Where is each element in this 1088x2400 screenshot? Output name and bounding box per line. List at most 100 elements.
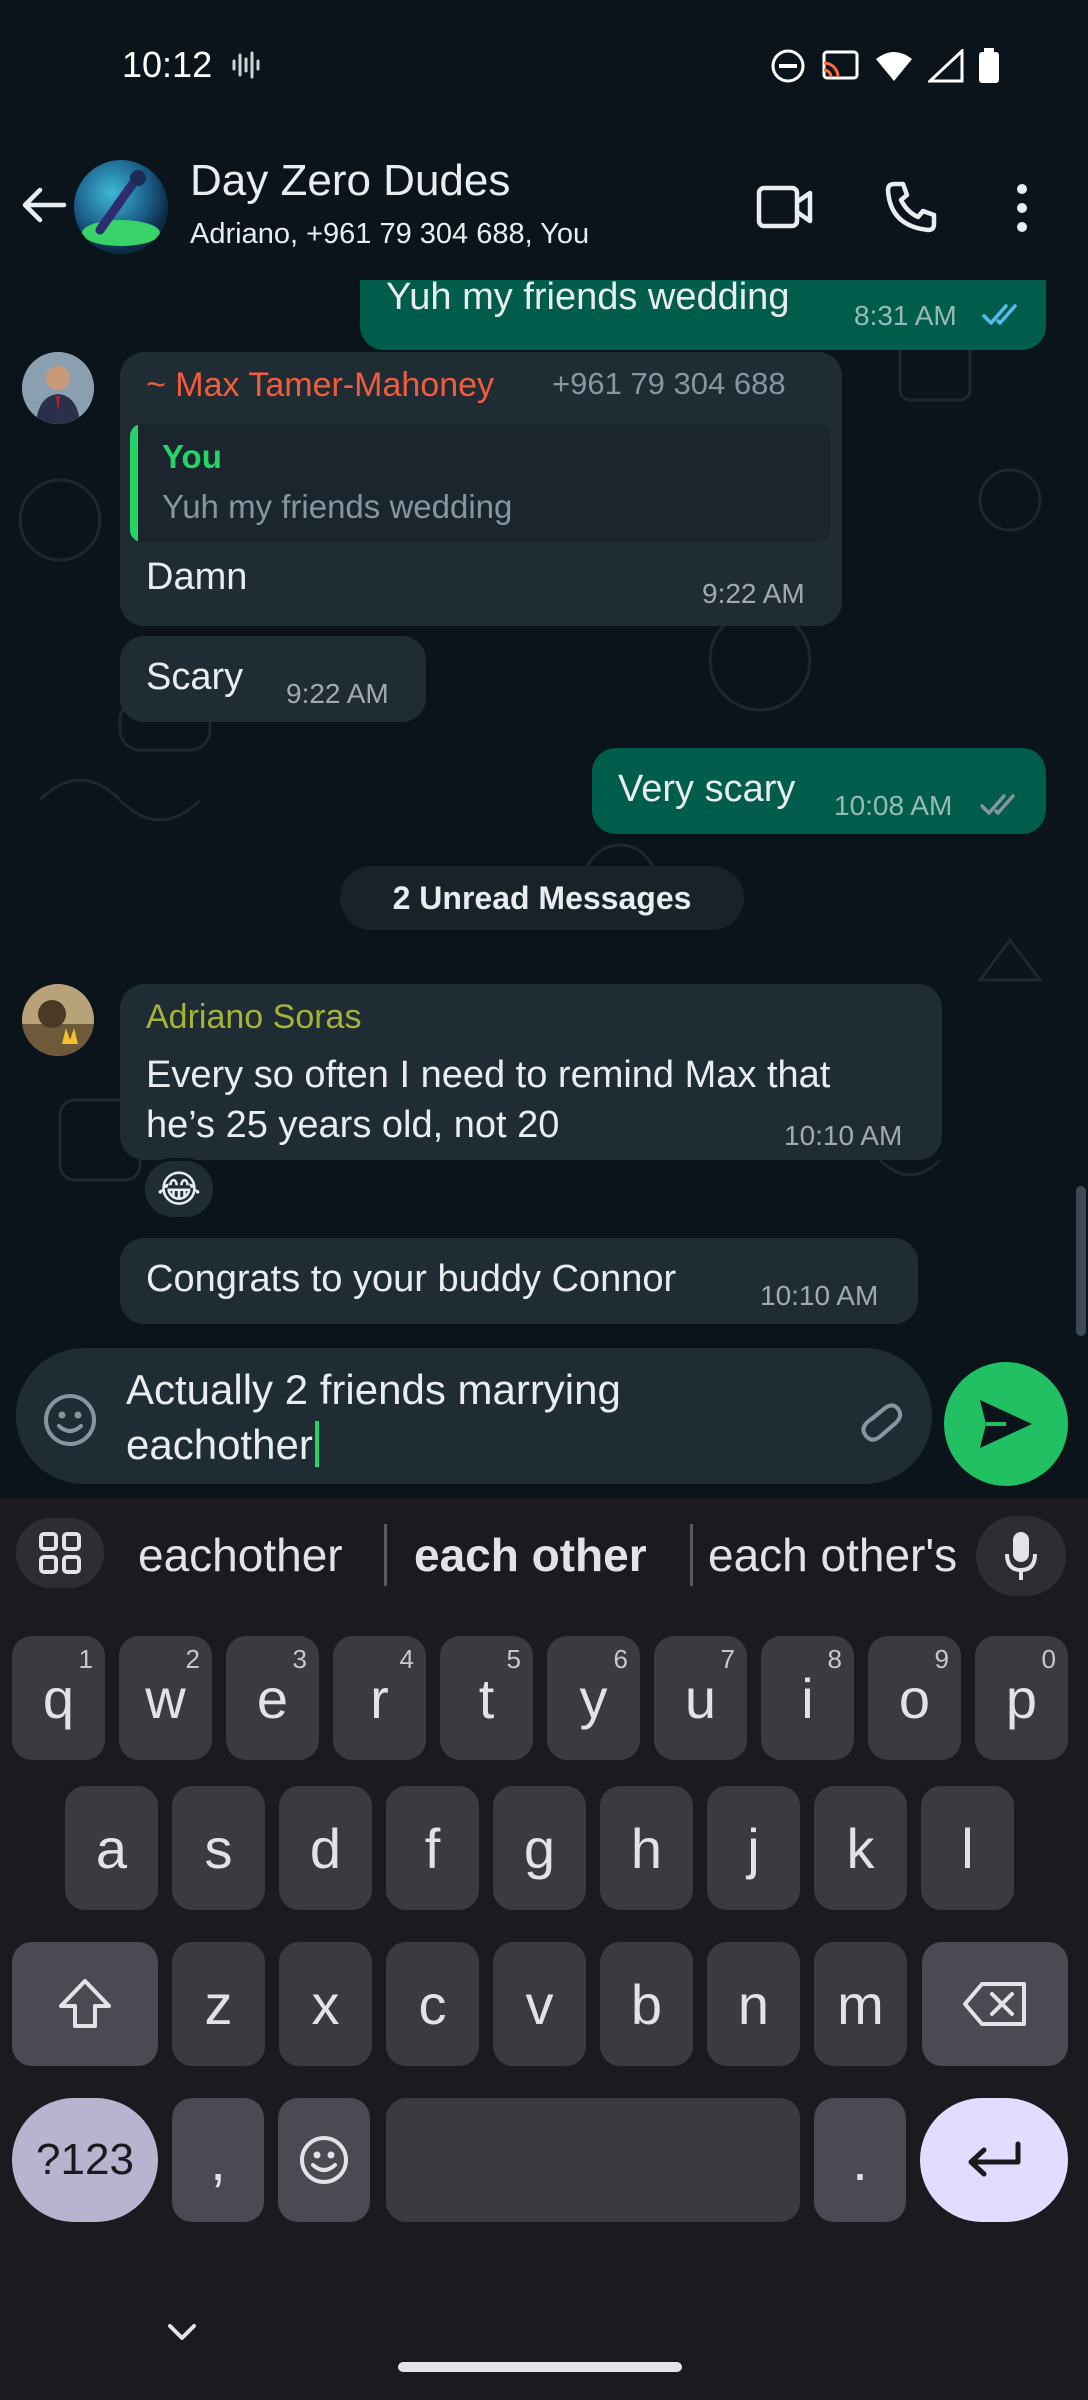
key-hint: 0 — [1041, 1644, 1056, 1674]
key-a[interactable]: a — [65, 1786, 158, 1910]
suggestion-bar: eachother each other each other's — [0, 1498, 1088, 1608]
keyboard: eachother each other each other's q1w2e3… — [0, 1498, 1088, 2400]
key-f[interactable]: f — [386, 1786, 479, 1910]
key-r[interactable]: r4 — [333, 1636, 426, 1760]
key-n[interactable]: n — [707, 1942, 800, 2066]
shift-key[interactable] — [12, 1942, 158, 2066]
vibrate-icon — [232, 51, 260, 79]
key-k[interactable]: k — [814, 1786, 907, 1910]
read-receipt-icon — [982, 304, 1017, 325]
enter-key[interactable] — [920, 2098, 1068, 2222]
key-q[interactable]: q1 — [12, 1636, 105, 1760]
group-name[interactable]: Day Zero Dudes — [190, 156, 510, 206]
suggestion-1[interactable]: eachother — [138, 1528, 343, 1582]
key-j[interactable]: j — [707, 1786, 800, 1910]
signal-icon — [928, 49, 964, 83]
key-y[interactable]: y6 — [547, 1636, 640, 1760]
message-reaction[interactable]: 😂 — [142, 1158, 216, 1220]
hide-keyboard-icon[interactable] — [162, 2318, 202, 2348]
message-bubble-incoming[interactable]: Congrats to your buddy Connor 10:10 AM — [120, 1238, 918, 1324]
chat-scrollbar[interactable] — [1076, 1186, 1086, 1336]
key-w[interactable]: w2 — [119, 1636, 212, 1760]
home-indicator[interactable] — [398, 2362, 682, 2372]
backspace-icon — [963, 1982, 1026, 2026]
status-time: 10:12 — [122, 44, 213, 85]
key-label: y — [579, 1666, 608, 1730]
key-m[interactable]: m — [814, 1942, 907, 2066]
key-label: t — [478, 1666, 495, 1730]
cast-icon — [822, 50, 859, 80]
message-bubble-incoming[interactable]: ~ Max Tamer-Mahoney +961 79 304 688 You … — [120, 352, 842, 626]
backspace-key[interactable] — [922, 1942, 1068, 2066]
sender-name: ~ Max Tamer-Mahoney — [146, 366, 495, 404]
attach-icon[interactable] — [854, 1392, 904, 1448]
key-t[interactable]: t5 — [440, 1636, 533, 1760]
video-call-icon[interactable] — [756, 182, 814, 232]
quoted-message[interactable]: You Yuh my friends wedding — [130, 424, 830, 542]
message-text-line2: he’s 25 years old, not 20 — [146, 1104, 560, 1146]
message-time: 8:31 AM — [854, 300, 957, 331]
voice-input-button[interactable] — [976, 1516, 1066, 1596]
emoji-icon[interactable] — [42, 1392, 98, 1448]
message-time: 9:22 AM — [286, 678, 389, 709]
suggestion-divider — [690, 1524, 693, 1586]
chat-header: Day Zero Dudes Adriano, +961 79 304 688,… — [0, 140, 1088, 280]
message-bubble-outgoing[interactable]: Yuh my friends wedding 8:31 AM — [360, 280, 1046, 350]
key-hint: 8 — [827, 1644, 842, 1674]
message-time: 10:10 AM — [760, 1280, 879, 1311]
suggestion-divider — [384, 1524, 387, 1586]
key-h[interactable]: h — [600, 1786, 693, 1910]
space-key[interactable] — [386, 2098, 800, 2222]
message-input-text[interactable]: Actually 2 friends marrying eachother — [126, 1362, 826, 1472]
emoji-key[interactable] — [278, 2098, 370, 2222]
message-time: 10:08 AM — [834, 790, 953, 821]
apps-grid-icon — [39, 1532, 81, 1574]
send-button[interactable] — [944, 1362, 1068, 1486]
key-label: q — [42, 1666, 75, 1730]
chat-area[interactable]: Yuh my friends wedding 8:31 AM ~ Max Tam… — [0, 280, 1088, 1498]
key-u[interactable]: u7 — [654, 1636, 747, 1760]
message-bubble-outgoing[interactable]: Very scary 10:08 AM — [592, 748, 1046, 834]
delivered-receipt-icon — [980, 794, 1015, 815]
key-g[interactable]: g — [493, 1786, 586, 1910]
key-s[interactable]: s — [172, 1786, 265, 1910]
sender-avatar-max[interactable] — [22, 352, 94, 424]
suggestion-2[interactable]: each other — [414, 1528, 647, 1582]
key-hint: 3 — [292, 1644, 307, 1674]
key-p[interactable]: p0 — [975, 1636, 1068, 1760]
message-bubble-incoming[interactable]: Scary 9:22 AM — [120, 636, 426, 722]
key-d[interactable]: d — [279, 1786, 372, 1910]
symbols-key[interactable]: ?123 — [12, 2098, 158, 2222]
key-b[interactable]: b — [600, 1942, 693, 2066]
period-key[interactable]: . — [814, 2098, 906, 2222]
key-hint: 7 — [720, 1644, 735, 1674]
laughing-emoji-icon: 😂 — [156, 1168, 202, 1211]
suggestion-3[interactable]: each other's — [708, 1528, 957, 1582]
message-text: Yuh my friends wedding — [386, 280, 790, 318]
enter-icon — [968, 2141, 1021, 2177]
comma-key[interactable]: , — [172, 2098, 264, 2222]
key-l[interactable]: l — [921, 1786, 1014, 1910]
voice-call-icon[interactable] — [884, 180, 938, 234]
message-text: Damn — [146, 556, 248, 598]
back-arrow-icon[interactable] — [18, 180, 68, 230]
sender-phone: +961 79 304 688 — [552, 366, 786, 401]
key-i[interactable]: i8 — [761, 1636, 854, 1760]
sender-name: Adriano Soras — [146, 998, 362, 1036]
group-avatar[interactable] — [74, 160, 168, 254]
battery-icon — [979, 48, 999, 83]
key-e[interactable]: e3 — [226, 1636, 319, 1760]
message-input[interactable]: Actually 2 friends marrying eachother — [16, 1348, 932, 1484]
sender-avatar-adriano[interactable] — [22, 984, 94, 1056]
group-members[interactable]: Adriano, +961 79 304 688, You — [190, 218, 589, 251]
key-z[interactable]: z — [172, 1942, 265, 2066]
message-bubble-incoming[interactable]: Adriano Soras Every so often I need to r… — [120, 984, 942, 1160]
key-x[interactable]: x — [279, 1942, 372, 2066]
keyboard-menu-button[interactable] — [16, 1518, 104, 1588]
emoji-key-icon — [300, 2136, 348, 2184]
key-o[interactable]: o9 — [868, 1636, 961, 1760]
key-v[interactable]: v — [493, 1942, 586, 2066]
key-c[interactable]: c — [386, 1942, 479, 2066]
more-options-icon[interactable] — [1004, 180, 1040, 236]
key-hint: 1 — [78, 1644, 93, 1674]
